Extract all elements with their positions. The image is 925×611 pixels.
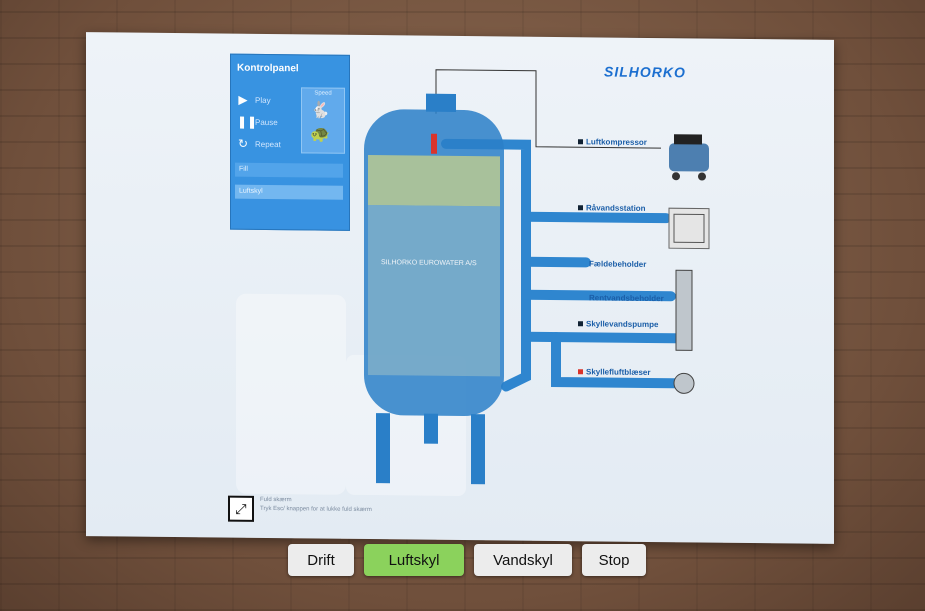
label-rentvandsbeholder: Rentvandsbeholder: [589, 293, 664, 304]
label-skyllevandsblaeser: Skyllefluftblæser: [578, 367, 650, 377]
mode-button-bar: Drift Luftskyl Vandskyl Stop: [0, 544, 925, 578]
tank-label: SILHORKO EUROWATER A/S: [381, 259, 477, 268]
compressor: [669, 134, 709, 181]
label-skyllevandsblaeser-text: Skyllefluftblæser: [586, 367, 651, 377]
projection-screen: SILHORKO Kontrolpanel ▶ Play ❚❚ Pause ↻ …: [86, 32, 834, 544]
label-luftkompressor: Luftkompressor: [578, 137, 647, 147]
fullscreen-help-line2: Tryk Esc/ knappen for at lukke fuld skær…: [260, 505, 372, 514]
vandskyl-button[interactable]: Vandskyl: [474, 544, 572, 576]
drift-button[interactable]: Drift: [288, 544, 354, 576]
label-raavandsstation: Råvandsstation: [578, 203, 646, 213]
label-skyllevandspumpe: Skyllevandspumpe: [578, 319, 658, 329]
label-luftkompressor-text: Luftkompressor: [586, 137, 647, 147]
stop-button[interactable]: Stop: [582, 544, 646, 576]
blower: [673, 372, 695, 394]
pump: [675, 269, 693, 351]
label-faeldebeholder: Fældebeholder: [589, 259, 647, 269]
filter-tank: [364, 93, 504, 417]
luftskyl-button[interactable]: Luftskyl: [364, 544, 464, 576]
fullscreen-help: ⤢ Fuld skærm Tryk Esc/ knappen for at lu…: [228, 495, 372, 524]
filter-system-diagram: [364, 69, 710, 485]
fullscreen-icon[interactable]: ⤢: [228, 495, 254, 522]
label-raavandsstation-text: Råvandsstation: [586, 203, 646, 213]
label-skyllevandspumpe-text: Skyllevandspumpe: [586, 319, 659, 330]
